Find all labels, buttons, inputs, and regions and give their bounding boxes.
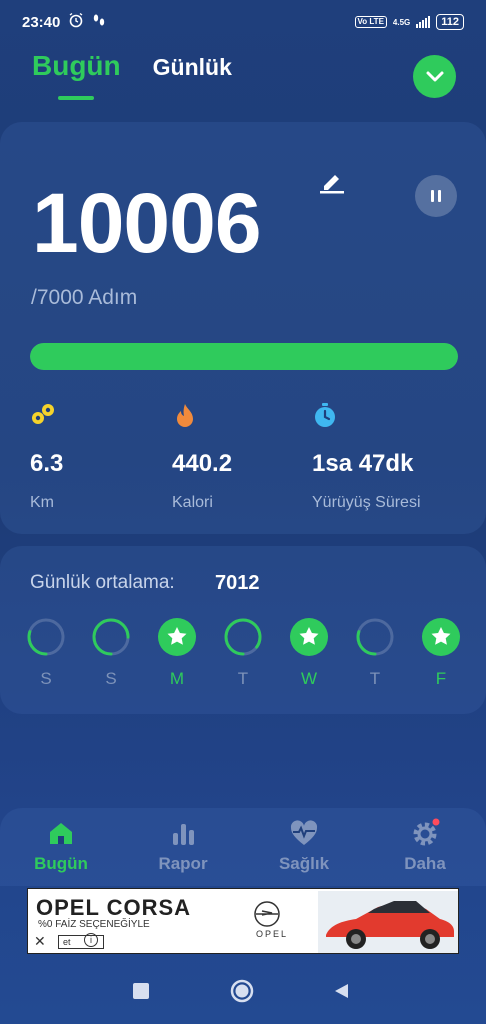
- home-button-icon[interactable]: [229, 978, 255, 1004]
- day-0[interactable]: S: [26, 617, 66, 697]
- ad-subtitle: %0 FAİZ SEÇENEĞİYLE: [38, 919, 150, 930]
- ad-brand: OPEL: [256, 929, 289, 939]
- day-label: T: [369, 669, 381, 688]
- bar-chart-icon: [173, 824, 194, 845]
- day-label: W: [300, 669, 318, 688]
- nav-bugun[interactable]: Bugün: [21, 818, 101, 874]
- ad-close-icon[interactable]: ✕: [34, 933, 46, 950]
- heart-pulse-icon: [290, 820, 318, 845]
- volte-badge: Vo LTE: [354, 16, 387, 28]
- footsteps-icon: [92, 12, 106, 32]
- flame-icon: [177, 404, 193, 427]
- day-label: F: [435, 669, 447, 688]
- tab-gunluk[interactable]: Günlük: [153, 54, 232, 81]
- step-goal: /7000 Adım: [31, 286, 138, 309]
- network-type: 4.5G: [392, 17, 411, 27]
- location-pins-icon: [32, 404, 54, 424]
- pause-button[interactable]: [415, 175, 457, 217]
- nav-daha[interactable]: Daha: [385, 818, 465, 874]
- status-bar: 23:40 Vo LTE 4.5G 112: [0, 0, 486, 44]
- ad-title: OPEL CORSA: [36, 895, 192, 920]
- back-icon[interactable]: [332, 982, 350, 1000]
- chevron-down-icon: [426, 71, 443, 81]
- daily-average-label: Günlük ortalama:: [30, 572, 175, 593]
- day-1[interactable]: S: [91, 617, 131, 697]
- recent-apps-icon[interactable]: [132, 982, 150, 1000]
- day-4[interactable]: W: [289, 617, 329, 697]
- tab-bugun[interactable]: Bugün: [32, 50, 121, 100]
- progress-ring: [224, 618, 262, 656]
- progress-ring: [27, 618, 65, 656]
- progress-ring: [92, 618, 130, 656]
- pencil-icon: [320, 175, 344, 194]
- active-tab-underline: [58, 96, 94, 100]
- status-time: 23:40: [22, 13, 61, 31]
- step-progress-bar: [30, 343, 458, 370]
- opel-logo-icon: [254, 901, 280, 927]
- day-3[interactable]: T: [223, 617, 263, 697]
- edit-goal-button[interactable]: [318, 168, 346, 201]
- star-badge-icon: [158, 618, 196, 656]
- nav-saglik[interactable]: Sağlık: [264, 818, 344, 874]
- stat-walking-time: 1sa 47dk Yürüyüş Süresi: [312, 402, 421, 512]
- system-nav-bar: [0, 972, 486, 1012]
- alarm-icon: [68, 12, 84, 32]
- day-2[interactable]: M: [157, 617, 197, 697]
- day-label: S: [40, 669, 52, 688]
- day-label: T: [237, 669, 249, 688]
- star-badge-icon: [422, 618, 460, 656]
- home-icon: [50, 823, 72, 844]
- dropdown-button[interactable]: [413, 55, 456, 98]
- progress-ring: [356, 618, 394, 656]
- stat-distance: 6.3 Km: [30, 402, 63, 512]
- ad-banner[interactable]: OPEL CORSA %0 FAİZ SEÇENEĞİYLE ✕ i et OP…: [27, 888, 459, 954]
- battery-indicator: 112: [436, 14, 464, 30]
- ad-cta-button[interactable]: et: [58, 935, 104, 949]
- nav-rapor[interactable]: Rapor: [143, 818, 223, 874]
- step-count: 10006: [32, 176, 262, 270]
- day-5[interactable]: T: [355, 617, 395, 697]
- gear-icon: [413, 818, 440, 846]
- day-6[interactable]: F: [421, 617, 461, 697]
- daily-average-value: 7012: [215, 572, 260, 594]
- signal-icon: [416, 16, 431, 28]
- top-tabs: Bugün Günlük: [32, 50, 232, 100]
- step-progress-fill: [30, 343, 458, 370]
- day-label: S: [105, 669, 117, 688]
- pause-icon: [431, 190, 434, 202]
- day-label: M: [169, 669, 185, 688]
- stopwatch-icon: [315, 403, 335, 427]
- car-image: [318, 891, 458, 953]
- star-badge-icon: [290, 618, 328, 656]
- stat-calories: 440.2 Kalori: [172, 402, 232, 512]
